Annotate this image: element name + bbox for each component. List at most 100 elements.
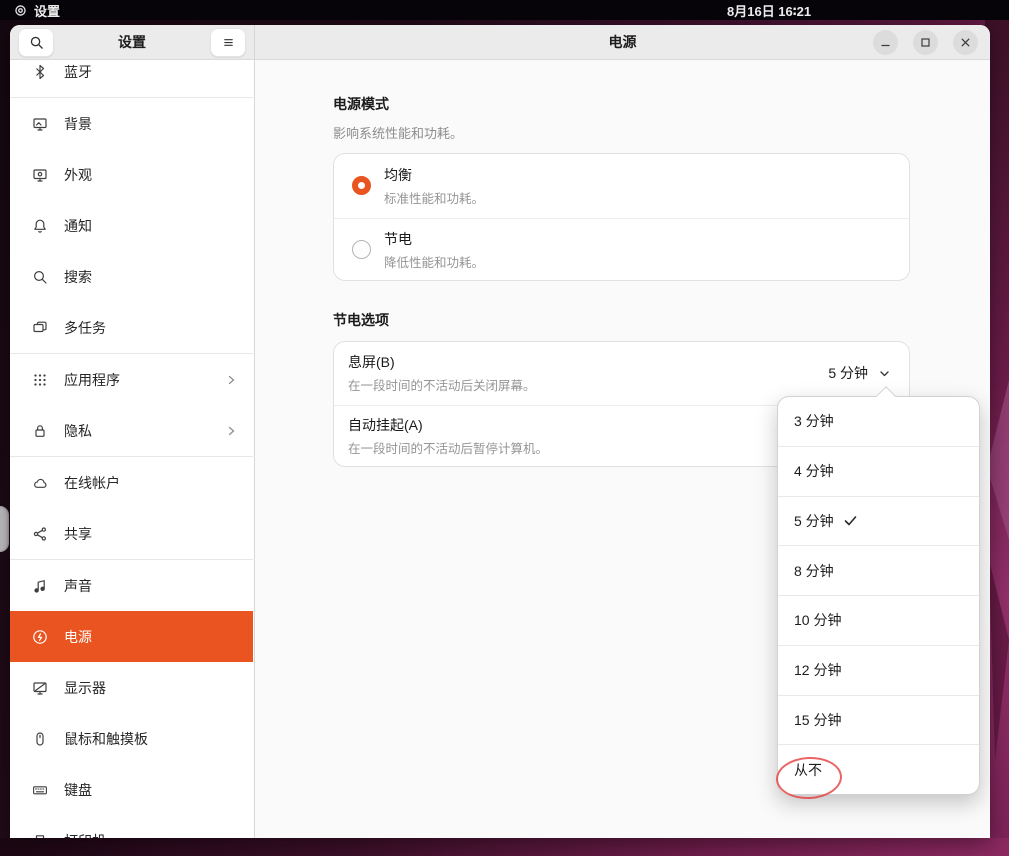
search-icon <box>29 35 44 50</box>
menu-item-4min[interactable]: 4 分钟 <box>778 446 979 496</box>
screen-blank-dropdown-button[interactable]: 5 分钟 <box>828 363 891 383</box>
power-icon <box>32 629 48 645</box>
main-headerbar: 电源 <box>255 25 990 60</box>
menu-item-15min[interactable]: 15 分钟 <box>778 695 979 745</box>
minimize-button[interactable] <box>873 30 898 55</box>
sidebar-item-sound[interactable]: 声音 <box>10 560 253 611</box>
auto-suspend-description: 在一段时间的不活动后暂停计算机。 <box>348 438 548 457</box>
power-mode-option-balanced[interactable]: 均衡 标准性能和功耗。 <box>334 154 909 218</box>
display-icon <box>32 680 48 696</box>
wallpaper-facet <box>987 380 1009 540</box>
menu-item-12min[interactable]: 12 分钟 <box>778 645 979 695</box>
menu-item-8min[interactable]: 8 分钟 <box>778 545 979 595</box>
chevron-right-icon <box>226 425 237 437</box>
menu-item-3min[interactable]: 3 分钟 <box>778 397 979 446</box>
sidebar-item-label: 蓝牙 <box>64 62 92 82</box>
power-saving-section-title: 节电选项 <box>333 310 389 330</box>
power-mode-section-description: 影响系统性能和功耗。 <box>333 123 463 142</box>
multitasking-icon <box>32 320 48 336</box>
clock[interactable]: 8月16日 16∶21 <box>727 0 811 20</box>
app-indicator-label: 设置 <box>34 1 60 20</box>
screen-blank-description: 在一段时间的不活动后关闭屏幕。 <box>348 375 536 394</box>
app-grid-icon <box>32 372 48 388</box>
lock-icon <box>32 423 48 439</box>
main-menu-button[interactable] <box>210 28 246 57</box>
sidebar-item-mouse-touchpad[interactable]: 鼠标和触摸板 <box>10 713 253 764</box>
sidebar-item-bluetooth[interactable]: 蓝牙 <box>10 61 253 97</box>
music-note-icon <box>32 578 48 594</box>
window-controls <box>873 30 978 55</box>
option-description: 标准性能和功耗。 <box>384 188 484 207</box>
auto-suspend-label: 自动挂起(A) <box>348 415 548 435</box>
sidebar-item-printers[interactable]: 打印机 <box>10 815 253 838</box>
close-icon <box>959 36 972 49</box>
sidebar-item-label: 多任务 <box>64 318 106 338</box>
menu-item-5min[interactable]: 5 分钟 <box>778 496 979 546</box>
top-bar: 设置 8月16日 16∶21 <box>0 0 1009 20</box>
mouse-icon <box>32 731 48 747</box>
page-title: 电源 <box>609 32 637 52</box>
sidebar-item-privacy[interactable]: 隐私 <box>10 405 253 456</box>
desktop: 设置 8月16日 16∶21 设置 <box>0 0 1009 856</box>
hamburger-menu-icon <box>221 35 236 50</box>
sidebar-item-label: 外观 <box>64 165 92 185</box>
radio-selected-icon[interactable] <box>352 176 371 195</box>
share-icon <box>32 526 48 542</box>
sidebar-title: 设置 <box>118 32 146 52</box>
sidebar-item-label: 声音 <box>64 576 92 596</box>
wallpaper-bottom <box>0 838 1009 856</box>
sidebar-item-notifications[interactable]: 通知 <box>10 200 253 251</box>
check-icon <box>843 513 858 528</box>
sidebar-item-keyboard[interactable]: 键盘 <box>10 764 253 815</box>
sidebar-list: 蓝牙 背景 外观 通知 <box>10 61 253 838</box>
sidebar-item-sharing[interactable]: 共享 <box>10 508 253 559</box>
background-icon <box>32 116 48 132</box>
sidebar-item-label: 键盘 <box>64 780 92 800</box>
sidebar-item-label: 打印机 <box>64 831 106 839</box>
sidebar-item-label: 电源 <box>64 627 92 647</box>
menu-item-10min[interactable]: 10 分钟 <box>778 595 979 645</box>
search-button[interactable] <box>18 28 54 57</box>
sidebar-item-appearance[interactable]: 外观 <box>10 149 253 200</box>
sidebar-item-online-accounts[interactable]: 在线帐户 <box>10 457 253 508</box>
menu-item-label: 12 分钟 <box>794 660 841 680</box>
sidebar-item-label: 背景 <box>64 114 92 134</box>
settings-gear-icon <box>14 4 27 17</box>
sidebar-item-label: 搜索 <box>64 267 92 287</box>
maximize-button[interactable] <box>913 30 938 55</box>
menu-item-label: 3 分钟 <box>794 411 834 431</box>
menu-item-label: 15 分钟 <box>794 710 841 730</box>
power-page: 电源模式 影响系统性能和功耗。 均衡 标准性能和功耗。 节电 <box>255 61 990 838</box>
printer-icon <box>32 833 48 839</box>
bell-icon <box>32 218 48 234</box>
dropdown-selected-value: 5 分钟 <box>828 363 868 383</box>
sidebar-item-displays[interactable]: 显示器 <box>10 662 253 713</box>
wallpaper-facet <box>989 560 1009 760</box>
sidebar-item-power[interactable]: 电源 <box>10 611 253 662</box>
power-mode-option-power-saver[interactable]: 节电 降低性能和功耗。 <box>334 218 909 282</box>
keyboard-icon <box>32 782 48 798</box>
app-indicator[interactable]: 设置 <box>14 1 60 20</box>
sidebar: 设置 蓝牙 背景 <box>10 25 255 838</box>
close-button[interactable] <box>953 30 978 55</box>
screen-blank-label: 息屏(B) <box>348 352 536 372</box>
sidebar-item-label: 隐私 <box>64 421 92 441</box>
radio-unselected-icon[interactable] <box>352 240 371 259</box>
sidebar-item-label: 共享 <box>64 524 92 544</box>
sidebar-item-label: 在线帐户 <box>64 473 120 493</box>
sidebar-item-label: 应用程序 <box>64 370 120 390</box>
appearance-icon <box>32 167 48 183</box>
sidebar-item-multitasking[interactable]: 多任务 <box>10 302 253 353</box>
option-label: 节电 <box>384 229 484 249</box>
option-label: 均衡 <box>384 165 484 185</box>
cloud-icon <box>32 475 48 491</box>
option-description: 降低性能和功耗。 <box>384 252 484 271</box>
menu-item-label: 8 分钟 <box>794 561 834 581</box>
search-icon <box>32 269 48 285</box>
sidebar-headerbar: 设置 <box>10 25 254 60</box>
sidebar-item-background[interactable]: 背景 <box>10 98 253 149</box>
sidebar-item-search[interactable]: 搜索 <box>10 251 253 302</box>
sidebar-item-label: 显示器 <box>64 678 106 698</box>
sidebar-item-applications[interactable]: 应用程序 <box>10 354 253 405</box>
chevron-right-icon <box>226 374 237 386</box>
